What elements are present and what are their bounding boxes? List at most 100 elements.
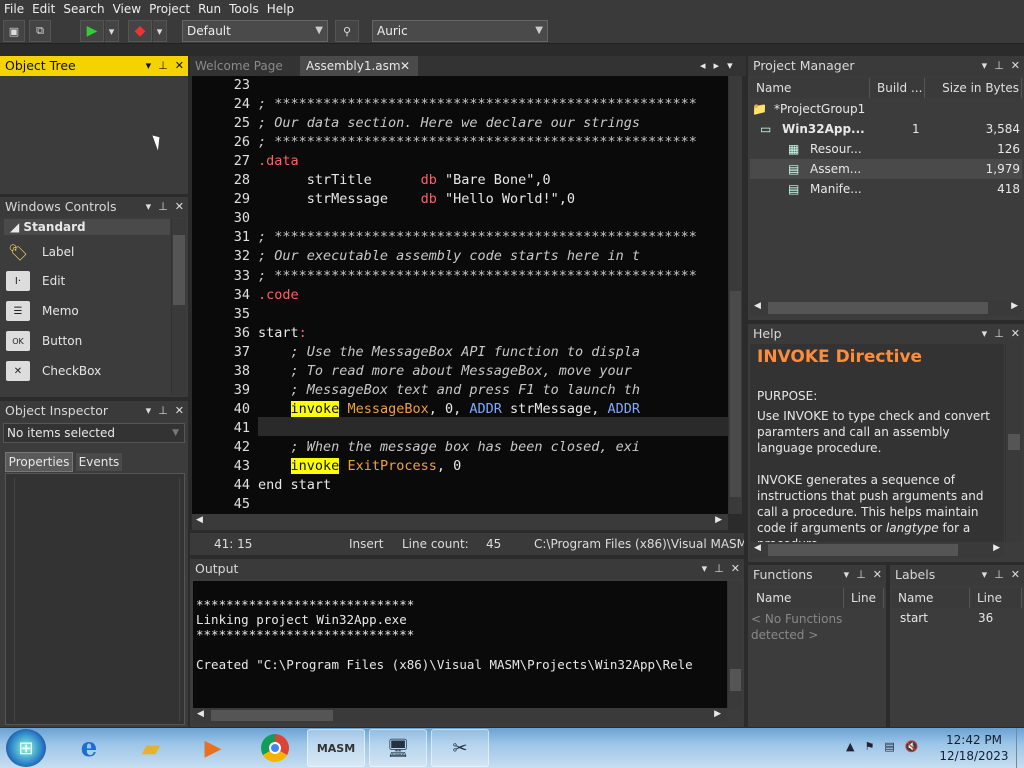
code-line[interactable]: ; Use the MessageBox API function to dis… (258, 344, 641, 360)
flag-icon[interactable]: ⚑ (864, 740, 874, 753)
dropdown-icon[interactable]: ▾ (844, 565, 850, 585)
pin-icon[interactable]: ⊥ (856, 565, 866, 585)
menu-tools[interactable]: Tools (225, 0, 263, 18)
code-editor[interactable]: 23 24 ; **********************************… (192, 76, 728, 514)
pm-col-size[interactable]: Size in Bytes (926, 78, 1022, 98)
tab-prev-icon[interactable]: ◂ (700, 56, 706, 76)
build-config-select[interactable]: Default ▼ (182, 20, 328, 42)
menu-run[interactable]: Run (194, 0, 225, 18)
scroll-right-icon[interactable]: ▶ (993, 543, 1000, 553)
close-icon[interactable]: ✕ (1011, 56, 1020, 76)
table-row[interactable]: start 36 (892, 611, 1022, 629)
tray-chevron-icon[interactable]: ▲ (846, 740, 854, 753)
help-hscrollbar[interactable]: ◀ ▶ (750, 542, 1004, 558)
pin-icon[interactable]: ⊥ (158, 197, 168, 217)
controls-scrollbar[interactable] (171, 219, 186, 395)
pm-col-name[interactable]: Name (750, 78, 870, 98)
dropdown-icon[interactable]: ▾ (146, 56, 152, 76)
editor-hscrollbar[interactable]: ◀ ▶ (192, 514, 728, 530)
table-row[interactable]: 📁 *ProjectGroup1 (750, 99, 1022, 119)
debug-dropdown-icon[interactable]: ▾ (153, 20, 167, 42)
menu-file[interactable]: File (0, 0, 28, 18)
media-player-icon[interactable]: ▶ (184, 729, 242, 767)
table-row[interactable]: ▦ Resour... 126 (750, 139, 1022, 159)
functions-col-line[interactable]: Line (845, 588, 884, 608)
run-icon[interactable]: ▶ (80, 20, 104, 42)
visual-masm-task[interactable]: MASM (307, 729, 365, 767)
control-item-label[interactable]: 🏷 Label (6, 238, 75, 266)
scroll-thumb[interactable] (768, 544, 958, 556)
pm-col-build[interactable]: Build ... (871, 78, 925, 98)
scroll-right-icon[interactable]: ▶ (1011, 301, 1018, 311)
pin-icon[interactable]: ⊥ (994, 56, 1004, 76)
menu-project[interactable]: Project (145, 0, 194, 18)
dropdown-icon[interactable]: ▾ (982, 56, 988, 76)
remote-desktop-task[interactable]: 🖥 (369, 729, 427, 767)
selection-combo[interactable]: No items selected ▼ (3, 423, 185, 443)
scroll-left-icon[interactable]: ◀ (197, 709, 204, 719)
pin-icon[interactable]: ⊥ (994, 324, 1004, 344)
code-line[interactable]: invoke ExitProcess, 0 (258, 458, 461, 474)
close-icon[interactable]: ✕ (175, 401, 184, 421)
dropdown-icon[interactable]: ▾ (982, 324, 988, 344)
scroll-right-icon[interactable]: ▶ (715, 515, 722, 525)
pin-icon[interactable]: ⊥ (158, 401, 168, 421)
code-line[interactable]: .data (258, 153, 299, 169)
code-line[interactable]: ; **************************************… (258, 229, 697, 245)
dropdown-icon[interactable]: ▾ (982, 565, 988, 585)
code-line[interactable]: invoke MessageBox, 0, ADDR strMessage, A… (258, 400, 640, 417)
run-dropdown-icon[interactable]: ▾ (105, 20, 119, 42)
scroll-thumb[interactable] (173, 235, 185, 305)
pin-icon[interactable]: ⊥ (994, 565, 1004, 585)
tab-properties[interactable]: Properties (5, 452, 73, 472)
labels-col-name[interactable]: Name (892, 588, 970, 608)
close-icon[interactable]: ✕ (731, 559, 740, 579)
standard-group-header[interactable]: ◢ Standard (4, 219, 170, 235)
start-button[interactable]: ⊞ (6, 729, 46, 767)
internet-explorer-icon[interactable]: e (60, 729, 118, 767)
volume-muted-icon[interactable]: 🔇 (905, 740, 919, 753)
dropdown-icon[interactable]: ▾ (146, 401, 152, 421)
dropdown-icon[interactable]: ▾ (727, 56, 733, 76)
tab-events[interactable]: Events (76, 453, 122, 471)
scroll-left-icon[interactable]: ◀ (196, 515, 203, 525)
editor-vscrollbar[interactable] (728, 76, 742, 514)
close-icon[interactable]: ✕ (873, 565, 882, 585)
snipping-tool-task[interactable]: ✂ (431, 729, 489, 767)
tab-assembly1[interactable]: Assembly1.asm ✕ (300, 56, 418, 76)
code-line[interactable]: ; **************************************… (258, 268, 697, 284)
code-line[interactable]: ; To read more about MessageBox, move yo… (258, 363, 632, 379)
code-line[interactable]: ; When the message box has been closed, … (258, 439, 641, 455)
control-item-memo[interactable]: ☰ Memo (6, 297, 79, 325)
scroll-thumb[interactable] (730, 291, 741, 497)
close-icon[interactable]: ✕ (1011, 565, 1020, 585)
scroll-right-icon[interactable]: ▶ (714, 709, 721, 719)
scroll-left-icon[interactable]: ◀ (754, 301, 761, 311)
save-all-icon[interactable]: ⧉ (29, 20, 51, 42)
menu-help[interactable]: Help (263, 0, 298, 18)
table-row[interactable]: ▤ Assem... 1,979 (750, 159, 1022, 179)
code-line[interactable]: .code (258, 287, 299, 303)
code-line[interactable]: strTitle db "Bare Bone",0 (258, 172, 551, 188)
show-desktop-button[interactable] (1016, 728, 1024, 768)
help-vscrollbar[interactable] (1005, 344, 1022, 542)
dropdown-icon[interactable]: ▾ (702, 559, 708, 579)
control-item-button[interactable]: OK Button (6, 327, 82, 355)
code-line[interactable]: strMessage db "Hello World!",0 (258, 191, 575, 207)
code-line[interactable]: start: (258, 325, 307, 341)
pin-icon[interactable]: ⚲ (335, 20, 359, 42)
close-icon[interactable]: ✕ (1011, 324, 1020, 344)
control-item-edit[interactable]: I· Edit (6, 267, 65, 295)
code-line[interactable]: ; Our executable assembly code starts he… (258, 248, 640, 264)
pin-icon[interactable]: ⊥ (158, 56, 168, 76)
functions-col-name[interactable]: Name (750, 588, 844, 608)
output-vscrollbar[interactable] (727, 581, 742, 709)
code-line[interactable]: ; **************************************… (258, 134, 697, 150)
menu-view[interactable]: View (109, 0, 145, 18)
pin-icon[interactable]: ⊥ (714, 559, 724, 579)
code-line[interactable]: ; Our data section. Here we declare our … (258, 115, 640, 131)
close-icon[interactable]: ✕ (400, 56, 410, 76)
table-row[interactable]: ▭ Win32App... 1 3,584 (750, 119, 1022, 139)
pm-hscrollbar[interactable]: ◀ ▶ (750, 300, 1022, 316)
clock[interactable]: 12:42 PM 12/18/2023 (936, 732, 1012, 764)
